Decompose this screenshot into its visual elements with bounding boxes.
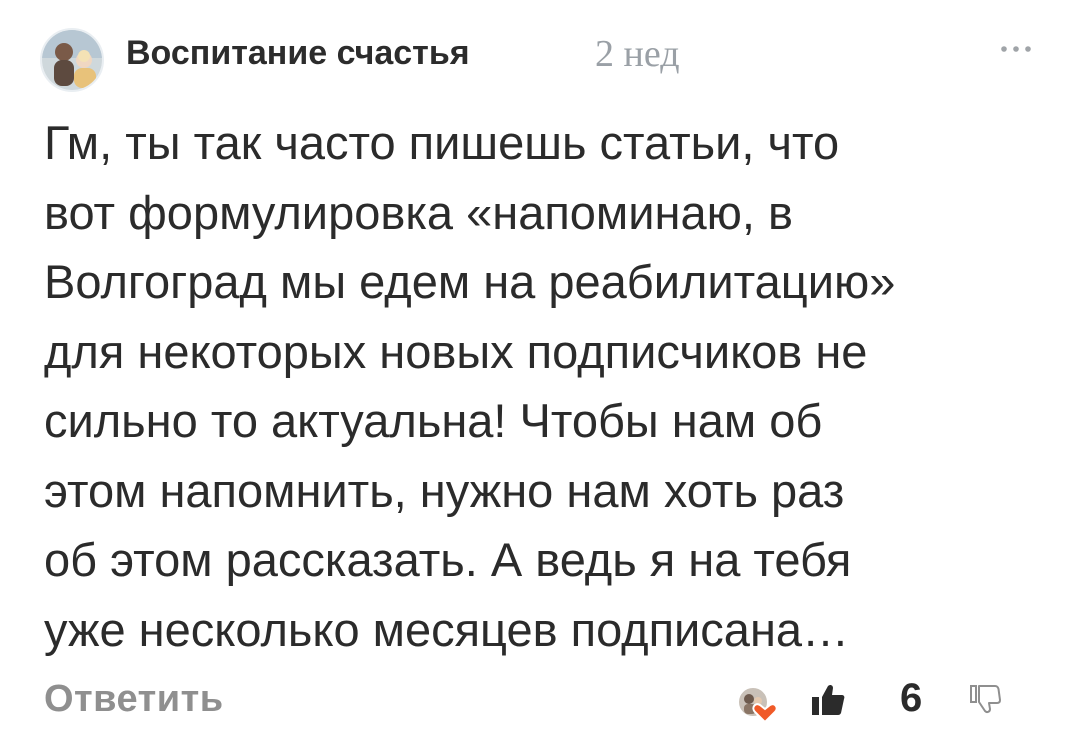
author-name[interactable]: Воспитание счастья (126, 34, 470, 73)
comment-text: Гм, ты так часто пишешь статьи, что вот … (44, 108, 1044, 664)
comment-line: вот формулировка «напоминаю, в (44, 185, 793, 239)
thumbs-down-icon[interactable] (968, 682, 1002, 716)
comment-footer: Ответить 6 (40, 670, 1040, 730)
more-dots-icon[interactable] (996, 34, 1036, 64)
comment-line: Гм, ты так часто пишешь статьи, что (44, 116, 840, 169)
comment-line: Волгоград мы едем на реабилитацию» (44, 255, 896, 308)
comment-line: об этом рассказать. А ведь я на тебя (44, 533, 852, 586)
comment-header: Воспитание счастья 2 нед (40, 22, 1040, 92)
heart-reaction-icon[interactable] (735, 684, 781, 724)
thumbs-up-icon[interactable] (810, 682, 846, 718)
comment-time: 2 нед (595, 33, 680, 75)
comment-line: сильно то актуальна! Чтобы нам об (44, 394, 823, 447)
reply-button[interactable]: Ответить (44, 678, 224, 721)
comment-line: уже несколько месяцев подписана… (44, 602, 850, 656)
comment-line: для некоторых новых подписчиков не (44, 324, 868, 378)
author-avatar[interactable] (40, 28, 104, 92)
comment-line: этом напомнить, нужно нам хоть раз (44, 463, 845, 517)
like-count: 6 (900, 676, 923, 720)
